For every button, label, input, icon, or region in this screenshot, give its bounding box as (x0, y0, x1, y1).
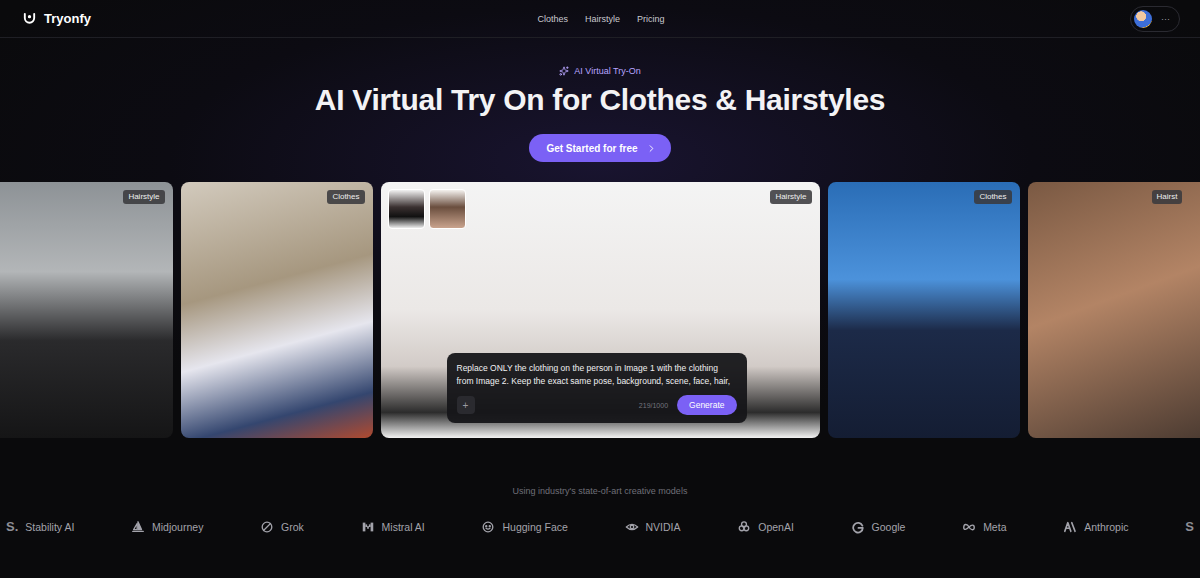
brand-name[interactable]: Tryonfy (44, 11, 91, 26)
showcase-card[interactable]: Hairst (1028, 182, 1200, 438)
prompt-text[interactable]: Replace ONLY the clothing on the person … (457, 362, 737, 387)
mistral-icon (361, 520, 375, 534)
nav-link[interactable]: Clothes (537, 14, 568, 24)
hugging-face-icon (481, 520, 495, 534)
google-logo: Google (851, 520, 906, 534)
logo-name: Stability AI (25, 521, 74, 533)
hugging-face-logo: Hugging Face (481, 520, 567, 534)
openai-icon (737, 520, 751, 534)
showcase-card[interactable]: Clothes (181, 182, 373, 438)
prompt-actions: 219/1000 Generate (639, 395, 737, 415)
input-thumbnails (388, 189, 466, 229)
chevron-right-icon (646, 143, 657, 154)
google-icon (851, 520, 865, 534)
grok-logo: Grok (260, 520, 304, 534)
nav-link[interactable]: Hairstyle (585, 14, 620, 24)
add-image-button[interactable]: + (457, 396, 475, 414)
mistral-ai-logo: Mistral AI (361, 520, 425, 534)
character-count: 219/1000 (639, 402, 668, 409)
logo-name: Mistral AI (382, 521, 425, 533)
editor-card: Hairstyle Replace ONLY the clothing on th… (381, 182, 820, 438)
nvidia-logo: NVIDIA (625, 520, 681, 534)
brand-logo-icon (22, 11, 37, 26)
logo-name: OpenAI (758, 521, 794, 533)
generate-button[interactable]: Generate (677, 395, 736, 415)
showcase-card[interactable]: Clothes (828, 182, 1020, 438)
logo-name: Anthropic (1084, 521, 1128, 533)
input-thumbnail[interactable] (388, 189, 425, 229)
brand[interactable]: Tryonfy (22, 11, 537, 26)
hero: AI Virtual Try-On AI Virtual Try On for C… (0, 38, 1200, 438)
showcase-card[interactable]: Hairstyle (0, 182, 173, 438)
logo-name: NVIDIA (646, 521, 681, 533)
card-tag: Hairst (1152, 190, 1183, 204)
anthropic-icon (1063, 520, 1077, 534)
meta-icon (962, 520, 976, 534)
card-tag: Clothes (327, 190, 364, 204)
partial-logo: S (1185, 519, 1194, 534)
user-menu[interactable]: ··· (1130, 6, 1180, 32)
header: Tryonfy Clothes Hairstyle Pricing ··· (0, 0, 1200, 38)
grok-icon (260, 520, 274, 534)
card-tag: Hairstyle (123, 190, 164, 204)
more-menu[interactable]: ··· (1161, 14, 1170, 24)
input-thumbnail[interactable] (429, 189, 466, 229)
main-nav: Clothes Hairstyle Pricing (537, 14, 664, 24)
nvidia-icon (625, 520, 639, 534)
hero-badge-text: AI Virtual Try-On (574, 65, 640, 77)
nav-link[interactable]: Pricing (637, 14, 665, 24)
prompt-controls: +219/1000 Generate (457, 395, 737, 415)
logo-name: Google (872, 521, 906, 533)
midjourney-logo: Midjourney (131, 520, 203, 534)
logo-name: Grok (281, 521, 304, 533)
logo-name: Hugging Face (502, 521, 567, 533)
logo-mark: S (1185, 519, 1194, 534)
page: Tryonfy Clothes Hairstyle Pricing ··· AI Virt… (0, 0, 1200, 578)
card-tag: Hairstyle (770, 190, 811, 204)
showcase-carousel[interactable]: Hairstyle Clothes Hairstyle Replace ONLY th… (0, 182, 1200, 438)
card-tag: Clothes (974, 190, 1011, 204)
user-avatar[interactable] (1134, 10, 1152, 28)
get-started-button[interactable]: Get Started for free (529, 134, 670, 162)
anthropic-logo: Anthropic (1063, 520, 1128, 534)
prompt-box[interactable]: Replace ONLY the clothing on the person … (447, 353, 747, 423)
logo-name: Meta (983, 521, 1006, 533)
model-logos: S. Stability AI Midjourney Grok Mistral AI Hu… (0, 519, 1200, 534)
logo-name: Midjourney (152, 521, 203, 533)
midjourney-icon (131, 520, 145, 534)
meta-logo: Meta (962, 520, 1006, 534)
stability-ai-logo: S. Stability AI (6, 519, 74, 534)
models-caption: Using industry's state-of-art creative m… (0, 486, 1200, 497)
logo-mark: S. (6, 519, 18, 534)
hero-badge: AI Virtual Try-On (559, 65, 640, 77)
sparkle-icon (559, 66, 569, 76)
hero-title: AI Virtual Try On for Clothes & Hairstyl… (315, 82, 885, 118)
openai-logo: OpenAI (737, 520, 794, 534)
